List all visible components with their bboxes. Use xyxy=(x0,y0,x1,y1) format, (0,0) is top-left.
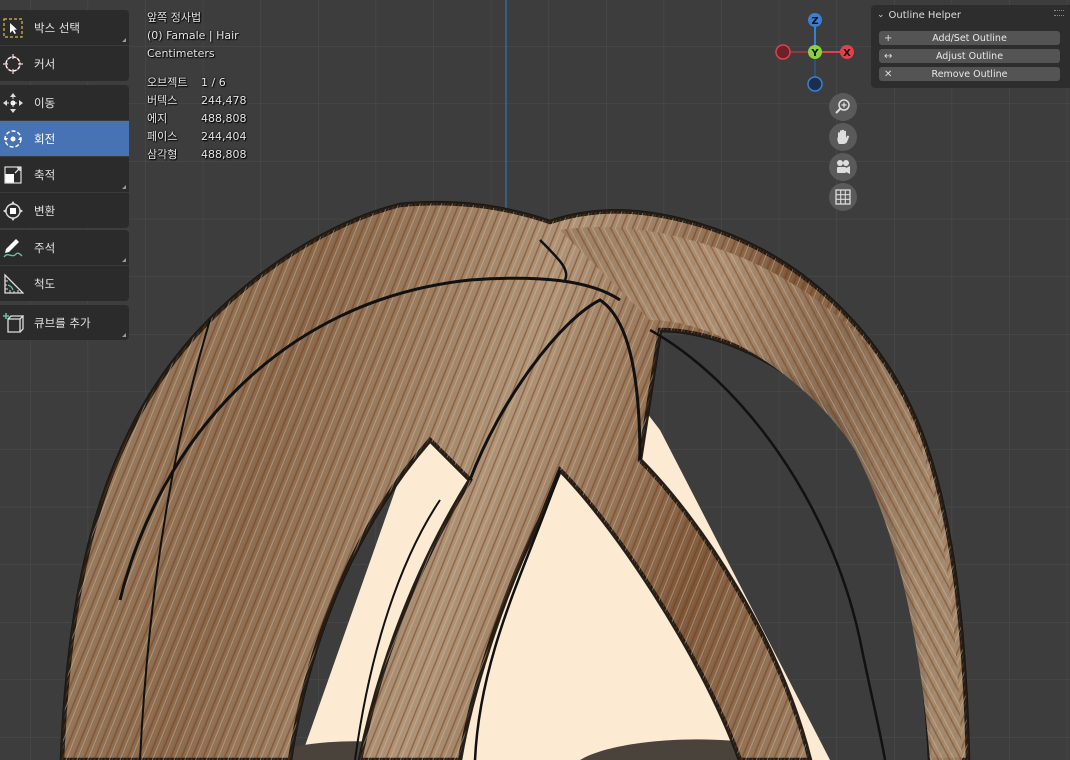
stat-row: 버텍스 244,478 xyxy=(147,92,247,110)
stat-label: 삼각형 xyxy=(147,148,178,161)
submenu-indicator-icon xyxy=(122,38,126,42)
navigation-gizmo[interactable]: Z X Y xyxy=(772,10,862,94)
panel-header[interactable]: ⌄ Outline Helper xyxy=(871,5,1070,25)
tool-label: 큐브를 추가 xyxy=(34,315,91,330)
submenu-indicator-icon xyxy=(122,258,126,262)
tool-group: 주석척도 xyxy=(0,230,129,301)
viewport-overlay: 앞쪽 정사법 (0) Famale | Hair Centimeters 오브젝… xyxy=(147,9,247,164)
gizmo-z-label: Z xyxy=(811,16,818,27)
rotate-icon xyxy=(1,127,25,151)
button-label: Add/Set Outline xyxy=(932,32,1007,44)
gizmo-neg-x xyxy=(775,44,791,60)
tool-label: 척도 xyxy=(34,276,56,291)
button-label: Remove Outline xyxy=(931,68,1008,80)
tool-group: 이동회전축적변환 xyxy=(0,85,129,228)
hand-pan-icon xyxy=(837,129,850,144)
stat-value: 244,404 xyxy=(201,130,247,143)
add-cube-icon xyxy=(1,311,25,335)
stat-label: 오브젝트 xyxy=(147,76,188,89)
tool-label: 주석 xyxy=(34,240,56,255)
tool-button-cursor[interactable]: 커서 xyxy=(0,46,129,81)
gizmo-neg-z xyxy=(807,76,823,92)
tool-label: 변환 xyxy=(34,203,56,218)
outline-helper-panel: ⌄ Outline Helper + Add/Set Outline ↔ Adj… xyxy=(871,5,1070,88)
scene-statistics: 오브젝트 1 / 6 버텍스 244,478 에지 488,808 페이스 244,404 삼각… xyxy=(147,74,247,164)
grid-icon xyxy=(835,189,851,205)
plus-icon: + xyxy=(884,32,893,44)
stat-value: 488,808 xyxy=(201,112,247,125)
tool-button-add-cube[interactable]: 큐브를 추가 xyxy=(0,305,129,340)
camera-view-button[interactable] xyxy=(829,153,857,181)
tool-label: 축적 xyxy=(34,167,56,182)
select-box-icon xyxy=(1,16,25,40)
stat-value: 244,478 xyxy=(201,94,247,107)
stat-label: 페이스 xyxy=(147,130,178,143)
scale-icon xyxy=(1,163,25,187)
drag-handle-icon[interactable] xyxy=(1054,10,1064,16)
stat-label: 버텍스 xyxy=(147,94,178,107)
tool-label: 이동 xyxy=(34,95,56,110)
stat-row: 오브젝트 1 / 6 xyxy=(147,74,247,92)
zoom-icon xyxy=(835,99,850,114)
arrows-horizontal-icon: ↔ xyxy=(884,50,893,62)
add-set-outline-button[interactable]: + Add/Set Outline xyxy=(879,31,1060,45)
tool-button-transform[interactable]: 변환 xyxy=(0,193,129,228)
tool-group: 박스 선택커서 xyxy=(0,10,129,81)
gizmo-x-label: X xyxy=(843,48,851,59)
tool-group: 큐브를 추가 xyxy=(0,305,129,340)
stat-row: 에지 488,808 xyxy=(147,110,247,128)
tool-button-move[interactable]: 이동 xyxy=(0,85,129,120)
tool-button-rotate[interactable]: 회전 xyxy=(0,121,129,156)
stat-row: 삼각형 488,808 xyxy=(147,146,247,164)
adjust-outline-button[interactable]: ↔ Adjust Outline xyxy=(879,49,1060,63)
remove-outline-button[interactable]: ✕ Remove Outline xyxy=(879,67,1060,81)
stat-row: 페이스 244,404 xyxy=(147,128,247,146)
tool-button-select-box[interactable]: 박스 선택 xyxy=(0,10,129,45)
chevron-down-icon: ⌄ xyxy=(877,10,885,20)
3d-viewport[interactable]: 박스 선택커서이동회전축적변환주석척도큐브를 추가 앞쪽 정사법 (0) Fam… xyxy=(0,0,1070,760)
zoom-button[interactable] xyxy=(829,93,857,121)
stat-label: 에지 xyxy=(147,112,168,125)
object-name: (0) Famale | Hair xyxy=(147,29,239,42)
tool-button-annotate[interactable]: 주석 xyxy=(0,230,129,265)
tool-label: 회전 xyxy=(34,131,56,146)
gizmo-y-label: Y xyxy=(810,48,819,59)
close-icon: ✕ xyxy=(884,68,893,80)
ortho-toggle-button[interactable] xyxy=(829,183,857,211)
view-name: 앞쪽 정사법 xyxy=(147,11,202,24)
pan-button[interactable] xyxy=(829,123,857,151)
tool-button-scale[interactable]: 축적 xyxy=(0,157,129,192)
stat-value: 488,808 xyxy=(201,148,247,161)
tool-label: 박스 선택 xyxy=(34,20,80,35)
measure-icon xyxy=(1,272,25,296)
annotate-icon xyxy=(1,236,25,260)
submenu-indicator-icon xyxy=(122,333,126,337)
camera-icon xyxy=(837,160,850,174)
move-icon xyxy=(1,91,25,115)
units-label: Centimeters xyxy=(147,47,215,60)
button-label: Adjust Outline xyxy=(935,50,1004,62)
cursor-icon xyxy=(1,52,25,76)
tool-button-measure[interactable]: 척도 xyxy=(0,266,129,301)
submenu-indicator-icon xyxy=(122,185,126,189)
tool-label: 커서 xyxy=(34,56,56,71)
transform-icon xyxy=(1,199,25,223)
stat-value: 1 / 6 xyxy=(201,76,226,89)
panel-title: Outline Helper xyxy=(888,9,961,21)
